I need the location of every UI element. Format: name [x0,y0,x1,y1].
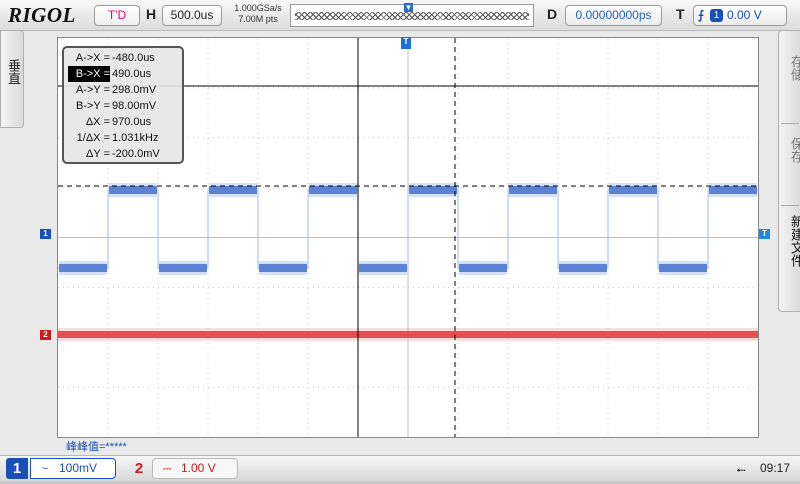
ch1-noise-band [709,183,757,197]
ch2-coupling-icon: ⎓ [162,463,172,475]
ch1-noise-band [309,183,357,197]
ch2-number[interactable]: 2 [128,458,150,479]
ch1-settings-button[interactable]: ~100mV [30,458,116,479]
delay-button[interactable]: 0.00000000ps [565,5,662,26]
measurement-row: A->X = -480.0us [64,50,182,66]
ch1-edges [58,189,758,269]
measurement-value: 298.0mV [112,84,157,96]
ch1-offset-marker[interactable]: 1 [40,229,51,239]
ch1-scale: 100mV [59,461,98,475]
usb-icon: ⭪ [736,463,746,478]
menu-item-storage[interactable]: 存储 [782,55,800,81]
measurement-label: B->Y = [75,100,110,112]
ch1-noise-band [559,261,607,275]
trigger-label: T [676,6,685,22]
clock: 09:17 [760,461,791,475]
trigger-channel-badge: 1 [710,9,723,23]
ch1-noise-band [159,261,207,275]
measurement-label: B->X = [68,66,110,82]
menu-item-new-file[interactable]: 新建文件 [782,215,800,267]
measurement-label: A->Y = [75,84,110,96]
timebase-button[interactable]: 500.0us [162,5,222,26]
rising-edge-icon: ⨍ [697,8,705,22]
sample-info: 1.000GSa/s 7.00M pts [230,3,286,25]
ch1-noise-band [609,183,657,197]
vertical-menu-label: 垂直 [6,59,21,85]
menu-item-save[interactable]: 保存 [782,137,800,163]
ch1-coupling-icon: ~ [41,463,49,475]
measurement-value: -200.0mV [112,148,160,160]
horizontal-label: H [146,6,157,22]
storage-menu: 存储 保存 新建文件 [778,30,800,312]
ch1-noise-band [509,183,557,197]
peak-to-peak-readout: 峰峰值=***** [66,441,127,453]
ch2-scale: 1.00 V [181,461,216,475]
channel-status-bar: 1 ~100mV 2 ⎓ 1.00 V ⭪ 09:17 [0,455,800,481]
brand-logo: RIGOL [8,3,76,27]
trigger-position-marker[interactable]: T [401,37,411,49]
cursor-measurement-panel: A->X = -480.0us B->X = 490.0us A->Y = 298.0mV… [62,46,184,164]
memory-overview-bar[interactable]: ▼ [290,3,534,27]
measurement-label: A->X = [75,52,110,64]
ch2-settings-button[interactable]: ⎓ 1.00 V [152,458,238,479]
ch1-noise-band [259,261,307,275]
ch1-noise-band [659,261,707,275]
vertical-menu-tab[interactable]: 垂直 [0,30,24,128]
ch1-noise-band [359,261,407,275]
trigger-position-icon: ▼ [404,3,413,12]
waveform-overview [295,12,529,20]
measurement-value: 490.0us [112,68,152,80]
ch2-noise-band [58,328,758,341]
ch1-noise-band [409,183,457,197]
ch1-noise-band [459,261,507,275]
oscilloscope-screen: RIGOL T'D H 500.0us 1.000GSa/s 7.00M pts… [0,0,800,481]
top-status-bar: RIGOL T'D H 500.0us 1.000GSa/s 7.00M pts… [0,0,800,31]
menu-divider [781,123,799,124]
ch1-noise-band [109,183,157,197]
menu-divider [781,205,799,206]
measurement-row: A->Y = 298.0mV [64,82,182,98]
run-status-button[interactable]: T'D [94,5,140,26]
measurement-value: -480.0us [112,52,155,64]
measurement-label: 1/ΔX = [76,132,110,144]
measurement-row: 1/ΔX = 1.031kHz [64,130,182,146]
delay-label: D [547,6,558,22]
memory-depth: 7.00M pts [238,14,278,24]
ch2-offset-marker[interactable]: 2 [40,330,51,340]
trigger-button[interactable]: ⨍ 1 0.00 V [693,5,787,26]
trigger-level: 0.00 V [727,8,762,22]
measurement-row: ΔY = -200.0mV [64,146,182,162]
measurement-row: B->Y = 98.00mV [64,98,182,114]
measurement-value: 98.00mV [112,100,157,112]
ch1-noise-band [209,183,257,197]
measurement-row[interactable]: B->X = 490.0us [64,66,182,82]
sample-rate: 1.000GSa/s [234,3,282,13]
ch1-number[interactable]: 1 [6,458,28,479]
measurement-value: 970.0us [112,116,152,128]
measurement-row: ΔX = 970.0us [64,114,182,130]
measurement-label: ΔY = [86,148,110,160]
measurement-value: 1.031kHz [112,132,159,144]
ch1-noise-band [59,261,107,275]
trigger-level-marker[interactable]: T [759,229,770,239]
measurement-label: ΔX = [85,116,110,128]
